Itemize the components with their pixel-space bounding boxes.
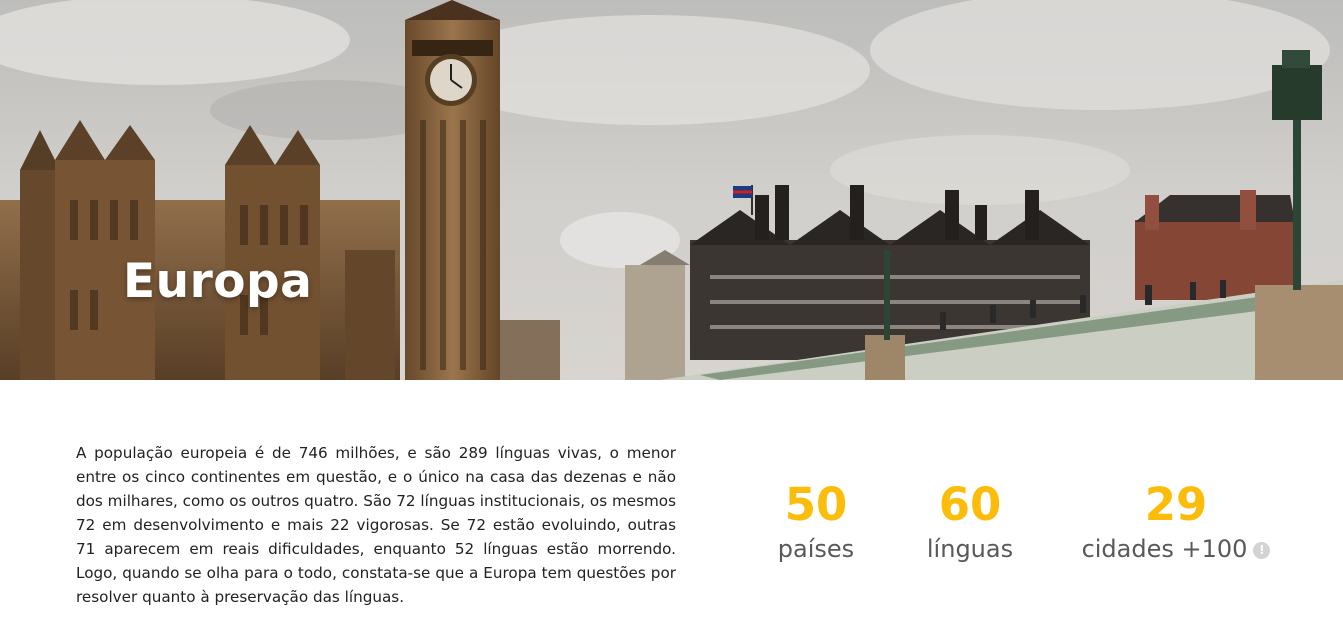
stat-label-row: cidades +100! [1076,534,1276,564]
stat-number: 50 [784,478,848,531]
stat-countries: 50 países [766,479,866,564]
page-title: Europa [123,254,313,309]
hero-banner: Europa [0,0,1343,380]
stat-label: cidades +100 [1081,535,1248,563]
stat-label: línguas [926,535,1014,563]
info-icon[interactable]: ! [1253,542,1271,559]
hero-image-london [0,0,1343,380]
continent-description: A população europeia é de 746 milhões, e… [76,444,676,606]
stat-number: 60 [938,478,1002,531]
stat-label: países [777,535,855,563]
stat-number: 29 [1144,478,1208,531]
stat-cities: 29 cidades +100! [1076,479,1276,564]
stat-languages: 60 línguas [915,479,1025,564]
continent-summary: A população europeia é de 746 milhões, e… [0,380,1343,643]
